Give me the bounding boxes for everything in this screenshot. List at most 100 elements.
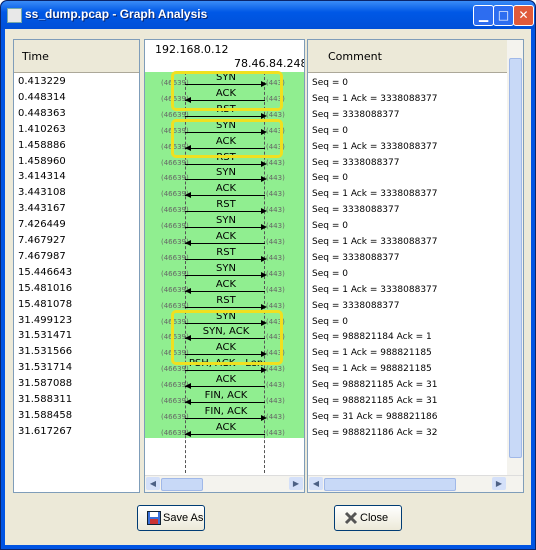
flow-line bbox=[185, 227, 265, 229]
flow-line bbox=[185, 370, 265, 372]
comment-scroll-right-icon[interactable]: ▶ bbox=[492, 477, 506, 490]
flow-line bbox=[185, 386, 265, 388]
close-window-button[interactable]: ✕ bbox=[513, 5, 534, 26]
comment-row[interactable]: Seq = 3338088377 bbox=[312, 158, 400, 168]
comment-row[interactable]: Seq = 988821185 Ack = 31 bbox=[312, 396, 438, 406]
time-row[interactable]: 3.443108 bbox=[18, 187, 66, 198]
time-row[interactable]: 31.587088 bbox=[18, 378, 72, 389]
comment-row[interactable]: Seq = 1 Ack = 988821185 bbox=[312, 364, 432, 374]
graph-analysis-window: ss_dump.pcap - Graph Analysis ▁ □ ✕ Time… bbox=[0, 0, 536, 550]
close-label: Close bbox=[360, 512, 389, 524]
comment-row[interactable]: Seq = 0 bbox=[312, 173, 348, 183]
comment-row[interactable]: Seq = 3338088377 bbox=[312, 253, 400, 263]
time-row[interactable]: 31.617267 bbox=[18, 426, 72, 437]
time-row[interactable]: 3.414314 bbox=[18, 171, 66, 182]
time-row[interactable]: 1.458886 bbox=[18, 140, 66, 151]
time-row[interactable]: 0.448314 bbox=[18, 92, 66, 103]
flow-line bbox=[185, 290, 265, 292]
comment-row[interactable]: Seq = 3338088377 bbox=[312, 205, 400, 215]
time-row[interactable]: 31.531566 bbox=[18, 346, 72, 357]
comment-row[interactable]: Seq = 3338088377 bbox=[312, 301, 400, 311]
comment-row[interactable]: Seq = 1 Ack = 988821185 bbox=[312, 348, 432, 358]
time-row[interactable]: 1.458960 bbox=[18, 156, 66, 167]
title-bar[interactable]: ss_dump.pcap - Graph Analysis ▁ □ ✕ bbox=[1, 1, 535, 29]
comment-row[interactable]: Seq = 0 bbox=[312, 78, 348, 88]
flow-line bbox=[185, 115, 265, 117]
time-row[interactable]: 1.410263 bbox=[18, 124, 66, 135]
flow-label: ACK bbox=[215, 278, 237, 290]
comment-row[interactable]: Seq = 988821184 Ack = 1 bbox=[312, 332, 432, 342]
flow-label: RST bbox=[216, 199, 236, 211]
comment-row[interactable]: Seq = 988821186 Ack = 32 bbox=[312, 428, 438, 438]
flow-line bbox=[185, 433, 265, 435]
app-icon bbox=[7, 8, 22, 23]
comment-row[interactable]: Seq = 1 Ack = 3338088377 bbox=[312, 237, 438, 247]
comment-vscroll-thumb[interactable] bbox=[509, 58, 522, 458]
comment-row[interactable]: Seq = 0 bbox=[312, 126, 348, 136]
comment-pane[interactable]: Comment Seq = 0 Seq = 1 Ack = 3338088377 S… bbox=[307, 39, 524, 493]
save-as-button[interactable]: Save As bbox=[137, 505, 205, 531]
time-row[interactable]: 31.588311 bbox=[18, 394, 72, 405]
highlight-box bbox=[171, 309, 283, 366]
comment-row[interactable]: Seq = 1 Ack = 3338088377 bbox=[312, 285, 438, 295]
time-row[interactable]: 3.443167 bbox=[18, 203, 66, 214]
comment-row[interactable]: Seq = 1 Ack = 3338088377 bbox=[312, 142, 438, 152]
flow-label: FIN, ACK bbox=[204, 390, 248, 401]
comment-row[interactable]: Seq = 0 bbox=[312, 269, 348, 279]
flow-label: FIN, ACK bbox=[204, 405, 248, 417]
graph-header: 192.168.0.12 78.46.84.248 bbox=[145, 40, 304, 72]
time-row[interactable]: 7.467987 bbox=[18, 251, 66, 262]
time-row[interactable]: 31.531714 bbox=[18, 362, 72, 373]
close-button[interactable]: Close bbox=[334, 505, 402, 531]
comment-scroll-left-icon[interactable]: ◀ bbox=[309, 477, 323, 490]
x-icon bbox=[344, 511, 358, 525]
flow-label: RST bbox=[216, 246, 236, 258]
time-row[interactable]: 0.448363 bbox=[18, 108, 66, 119]
time-row[interactable]: 31.531471 bbox=[18, 330, 72, 341]
time-row[interactable]: 15.481078 bbox=[18, 299, 72, 310]
comment-header: Comment bbox=[308, 40, 507, 73]
flow-label: SYN bbox=[216, 167, 236, 179]
time-row[interactable]: 15.481016 bbox=[18, 283, 72, 294]
scroll-left-arrow-icon[interactable]: ◀ bbox=[146, 477, 160, 490]
flow-line bbox=[185, 163, 265, 165]
maximize-button[interactable]: □ bbox=[493, 5, 514, 26]
graph-hscroll-thumb[interactable] bbox=[161, 478, 203, 491]
time-row[interactable]: 7.467927 bbox=[18, 235, 66, 246]
time-row[interactable]: 15.446643 bbox=[18, 267, 72, 278]
highlight-box bbox=[171, 71, 283, 111]
comment-header-label: Comment bbox=[328, 50, 382, 63]
comment-row[interactable]: Seq = 988821185 Ack = 31 bbox=[312, 380, 438, 390]
comment-row[interactable]: Seq = 0 bbox=[312, 317, 348, 327]
graph-hscrollbar[interactable]: ◀ ▶ bbox=[145, 475, 304, 492]
flow-label: SYN bbox=[216, 215, 236, 227]
minimize-button[interactable]: ▁ bbox=[473, 5, 494, 26]
time-pane[interactable]: Time 0.413229 0.448314 0.448363 1.410263 1.4… bbox=[13, 39, 140, 493]
flow-line bbox=[185, 258, 265, 260]
comment-hscroll-thumb[interactable] bbox=[324, 478, 456, 491]
time-row[interactable]: 7.426449 bbox=[18, 219, 66, 230]
time-row[interactable]: 31.499123 bbox=[18, 315, 72, 326]
time-row[interactable]: 0.413229 bbox=[18, 76, 66, 87]
flow-line bbox=[185, 243, 265, 244]
time-header-label: Time bbox=[22, 50, 49, 63]
comment-row[interactable]: Seq = 31 Ack = 988821186 bbox=[312, 412, 438, 422]
host-left: 192.168.0.12 bbox=[155, 43, 229, 56]
graph-pane[interactable]: 192.168.0.12 78.46.84.248 (46639) (443) SY… bbox=[144, 39, 305, 493]
flow-label: RST bbox=[216, 294, 236, 306]
flow-line bbox=[185, 306, 265, 308]
comment-row[interactable]: Seq = 1 Ack = 3338088377 bbox=[312, 189, 438, 199]
scroll-right-arrow-icon[interactable]: ▶ bbox=[289, 477, 303, 490]
flow-line bbox=[185, 274, 265, 276]
window-title: ss_dump.pcap - Graph Analysis bbox=[25, 7, 208, 21]
comment-hscrollbar[interactable]: ◀ ▶ bbox=[308, 475, 523, 492]
comment-row[interactable]: Seq = 1 Ack = 3338088377 bbox=[312, 94, 438, 104]
save-as-label: Save As bbox=[163, 512, 204, 524]
comment-row[interactable]: Seq = 0 bbox=[312, 221, 348, 231]
flow-arrow[interactable]: (46639) (443) ACK bbox=[145, 422, 304, 442]
flow-line bbox=[185, 179, 265, 181]
time-row[interactable]: 31.588458 bbox=[18, 410, 72, 421]
comment-row[interactable]: Seq = 3338088377 bbox=[312, 110, 400, 120]
comment-vscrollbar[interactable] bbox=[507, 40, 523, 476]
highlight-box bbox=[171, 118, 283, 159]
